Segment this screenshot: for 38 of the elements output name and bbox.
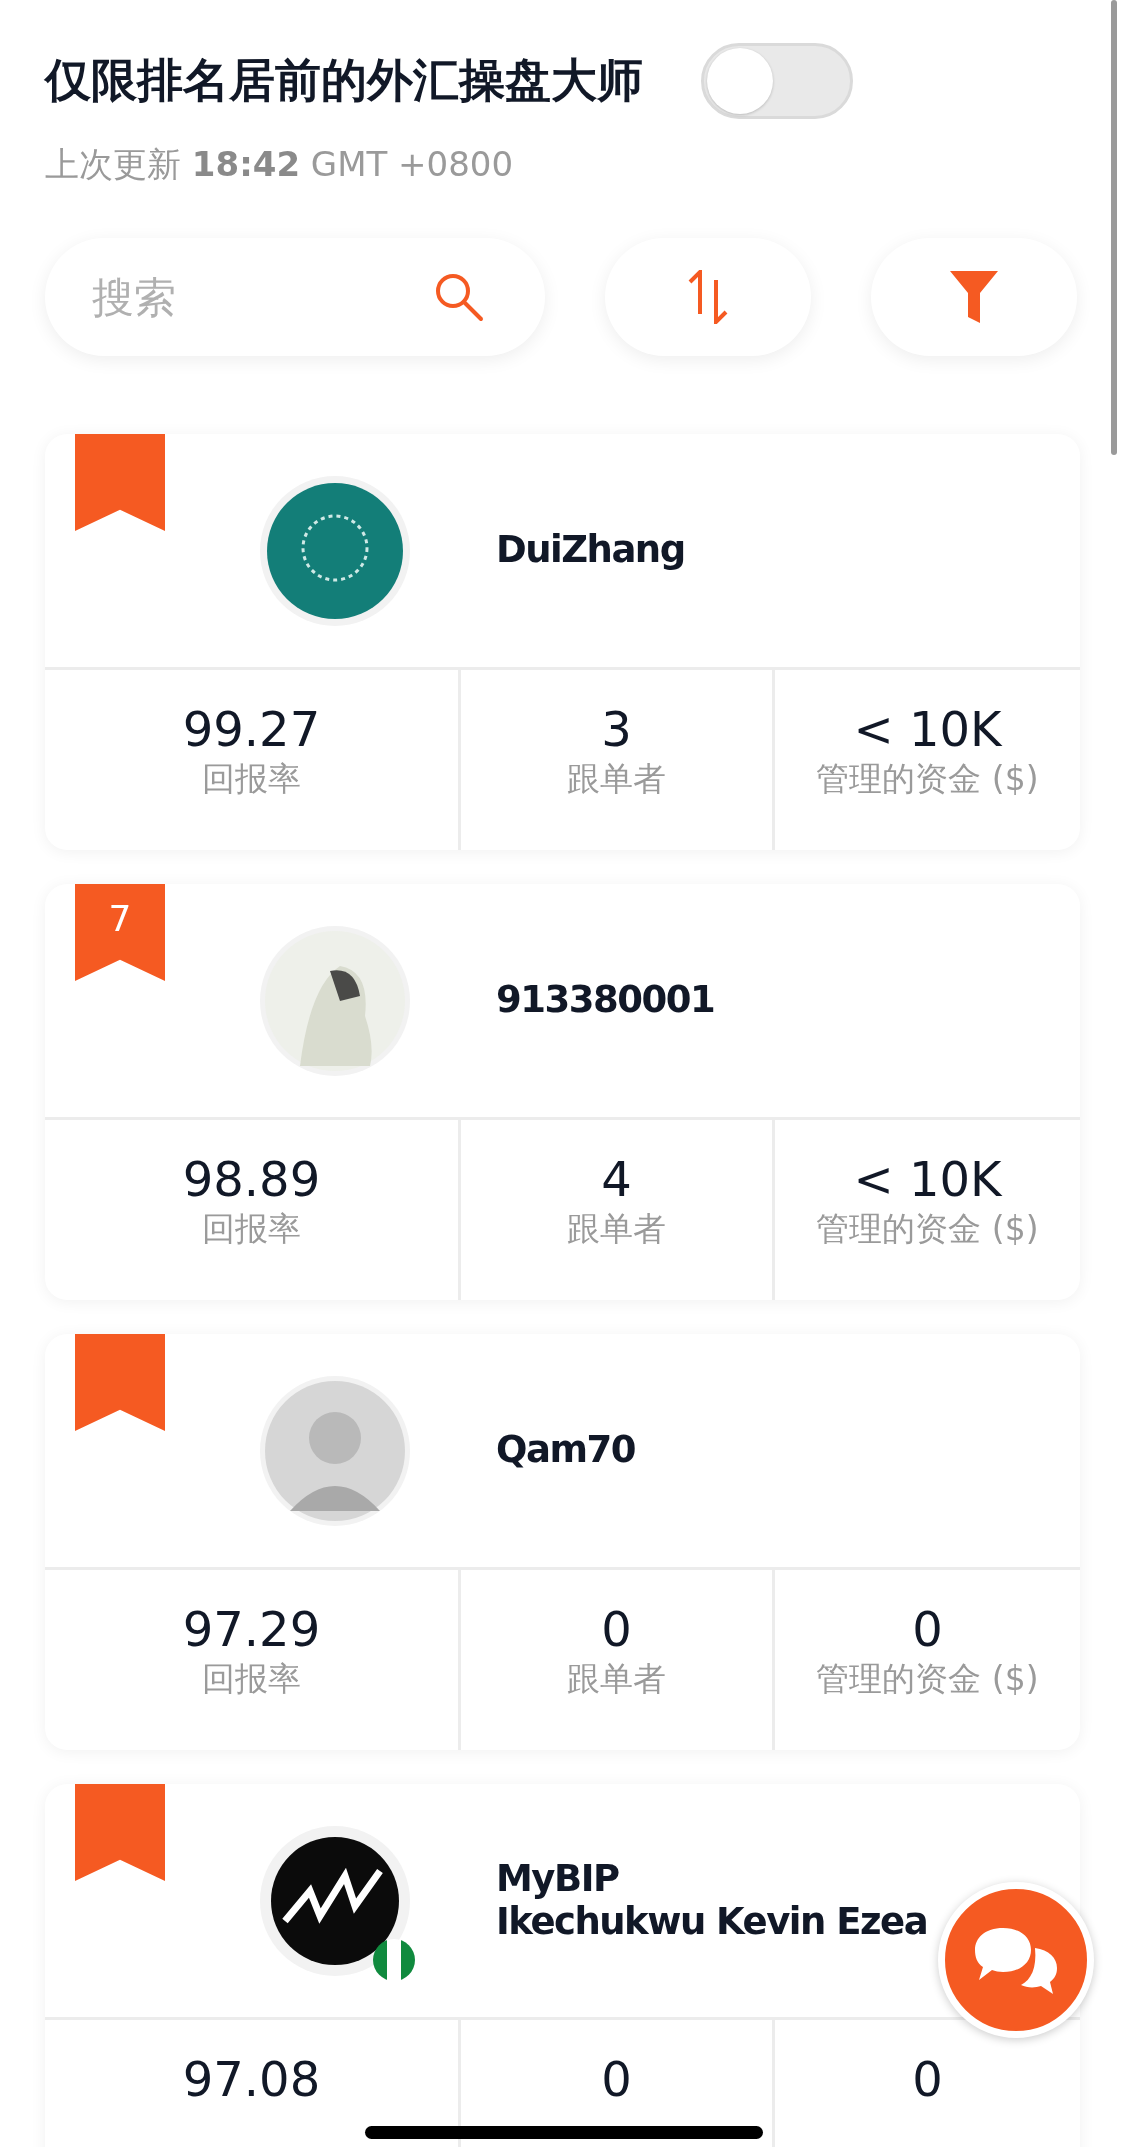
stat-value: < 10K [853,1152,1002,1208]
trader-card[interactable]: Qam70 97.29 回报率 0 跟单者 0 管理的资金 ($) [45,1334,1080,1750]
trader-name: Qam70 [496,1429,635,1472]
page-title: 仅限排名居前的外汇操盘大师 [45,52,643,109]
stat-value: 0 [601,1602,632,1658]
search-icon [433,271,485,323]
stat-value: 97.29 [182,1602,321,1658]
stat-label: 管理的资金 ($) [816,758,1039,801]
sort-icon [686,270,730,324]
stat-label: 管理的资金 ($) [816,1658,1039,1701]
stat-label: 跟单者 [567,1658,666,1701]
stat-label: 跟单者 [567,758,666,801]
stat-value: 0 [601,2052,632,2108]
trader-card[interactable]: DuiZhang 99.27 回报率 3 跟单者 < 10K 管理的资金 ($) [45,434,1080,850]
stat-value: 0 [912,1602,943,1658]
search-bar[interactable]: 搜索 [45,238,545,356]
stat-label: 回报率 [202,1208,301,1251]
trader-name: MyBIP [496,1857,620,1901]
filter-icon [950,271,998,323]
trader-name: 913380001 [496,979,715,1022]
stat-value: < 10K [853,702,1002,758]
last-updated-text: 上次更新 18:42 GMT +0800 [45,143,515,186]
trader-card[interactable]: 7 913380001 98.89 回报率 4 跟单者 < 10K 管理的资金 ($) [45,884,1080,1300]
stat-value: 4 [601,1152,632,1208]
stat-value: 99.27 [182,702,321,758]
stat-label: 回报率 [202,758,301,801]
stat-value: 98.89 [182,1152,321,1208]
stat-label: 跟单者 [567,1208,666,1251]
trader-name: DuiZhang [496,529,685,572]
stat-value: 0 [912,2052,943,2108]
search-input[interactable]: 搜索 [90,271,374,323]
stat-label: 回报率 [202,1658,301,1701]
rank-number: 7 [108,898,132,941]
trader-name: Ikechukwu Kevin Ezea [496,1900,928,1944]
stat-label: 管理的资金 ($) [816,1208,1039,1251]
trader-card[interactable]: MyBIP Ikechukwu Kevin Ezea 97.08 0 0 [45,1784,1080,2147]
stat-value: 3 [601,702,632,758]
stat-value: 97.08 [182,2052,321,2108]
